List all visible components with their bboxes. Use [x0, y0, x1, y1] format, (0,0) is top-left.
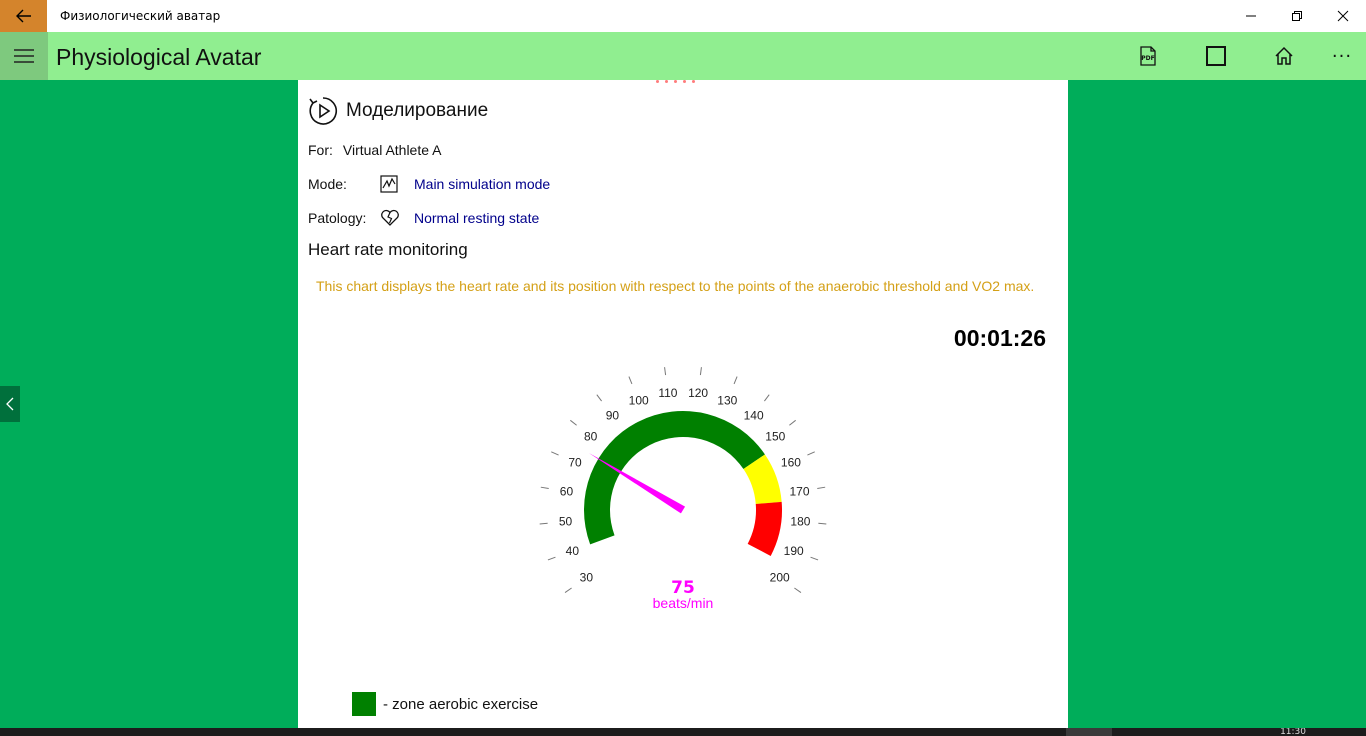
gauge-tick-190 — [810, 556, 819, 561]
gauge-zone-2 — [747, 501, 782, 556]
gauge-tick-110 — [664, 367, 667, 376]
gauge-tick-150 — [789, 419, 796, 426]
app-bar: Physiological Avatar PDF ··· — [0, 32, 1366, 80]
minimize-button[interactable] — [1228, 0, 1274, 32]
chevron-left-icon — [6, 397, 14, 411]
pdf-button[interactable]: PDF — [1124, 32, 1172, 80]
gauge-label-200: 200 — [770, 571, 790, 585]
gauge-label-110: 110 — [658, 386, 677, 400]
minimize-icon — [1246, 15, 1256, 17]
square-icon — [1206, 46, 1226, 66]
gauge-label-130: 130 — [717, 394, 737, 408]
gauge-label-90: 90 — [606, 408, 620, 422]
gauge-label-180: 180 — [790, 514, 810, 528]
gauge-tick-60 — [540, 486, 549, 489]
gauge-tick-170 — [817, 486, 826, 489]
heart-rate-gauge: 30405060708090100110 12013014015016017018… — [539, 367, 827, 611]
gauge-unit: beats/min — [653, 595, 714, 611]
gauge-label-150: 150 — [765, 429, 785, 443]
gauge-label-70: 70 — [568, 455, 582, 469]
window-title: Физиологический аватар — [60, 9, 221, 23]
app-title: Physiological Avatar — [56, 44, 262, 70]
gauge-zones — [584, 411, 782, 556]
gauge-tick-40 — [547, 556, 556, 561]
gauge-label-160: 160 — [781, 455, 801, 469]
gauge-label-190: 190 — [784, 544, 804, 558]
more-button[interactable]: ··· — [1318, 32, 1366, 80]
close-icon — [1337, 10, 1349, 22]
pdf-icon: PDF — [1140, 46, 1156, 66]
gauge-tick-130 — [733, 376, 738, 385]
gauge-tick-180 — [818, 522, 827, 525]
window-titlebar: Физиологический аватар — [0, 0, 1366, 32]
gauge-tick-80 — [570, 419, 577, 426]
arrow-left-icon — [15, 9, 31, 23]
home-button[interactable] — [1260, 32, 1308, 80]
content-panel: Моделирование For: Virtual Athlete A Mod… — [298, 80, 1068, 728]
gauge-label-120: 120 — [688, 386, 708, 400]
gauge-tick-30 — [564, 587, 572, 594]
gauge-tick-50 — [539, 522, 548, 525]
tray-clock: 11:30 — [1280, 728, 1306, 736]
gauge-label-80: 80 — [584, 429, 598, 443]
gauge-label-170: 170 — [789, 484, 809, 498]
legend-label-aerobic: - zone aerobic exercise — [383, 695, 539, 713]
gauge-tick-140 — [763, 394, 770, 402]
gauge-label-50: 50 — [559, 514, 573, 528]
back-button[interactable] — [0, 0, 47, 32]
taskbar-active-app[interactable] — [1066, 728, 1112, 736]
fullscreen-button[interactable] — [1192, 32, 1240, 80]
gauge-tick-90 — [596, 394, 603, 402]
gauge-tick-70 — [551, 451, 559, 456]
close-button[interactable] — [1320, 0, 1366, 32]
side-panel-toggle[interactable] — [0, 386, 20, 422]
menu-button[interactable] — [0, 32, 48, 80]
gauge-zone-0 — [584, 411, 765, 545]
restore-icon — [1292, 11, 1302, 21]
more-icon: ··· — [1331, 45, 1353, 67]
pdf-icon-text: PDF — [1141, 55, 1154, 62]
taskbar: 11:30 — [0, 728, 1366, 736]
legend-swatch-aerobic — [352, 692, 376, 716]
hamburger-icon — [14, 49, 34, 63]
restore-button[interactable] — [1274, 0, 1320, 32]
gauge-tick-120 — [699, 367, 702, 376]
gauge-label-30: 30 — [580, 571, 594, 585]
gauge-label-40: 40 — [566, 544, 580, 558]
gauge-label-60: 60 — [560, 484, 574, 498]
gauge-label-100: 100 — [629, 394, 649, 408]
gauge-ticks — [539, 367, 827, 594]
gauge-tick-200 — [794, 587, 802, 594]
gauge-label-140: 140 — [744, 408, 764, 422]
gauge-tick-160 — [807, 451, 815, 456]
home-icon — [1275, 46, 1293, 65]
gauge-tick-100 — [628, 376, 633, 385]
legend: - zone aerobic exercise — [352, 692, 538, 716]
